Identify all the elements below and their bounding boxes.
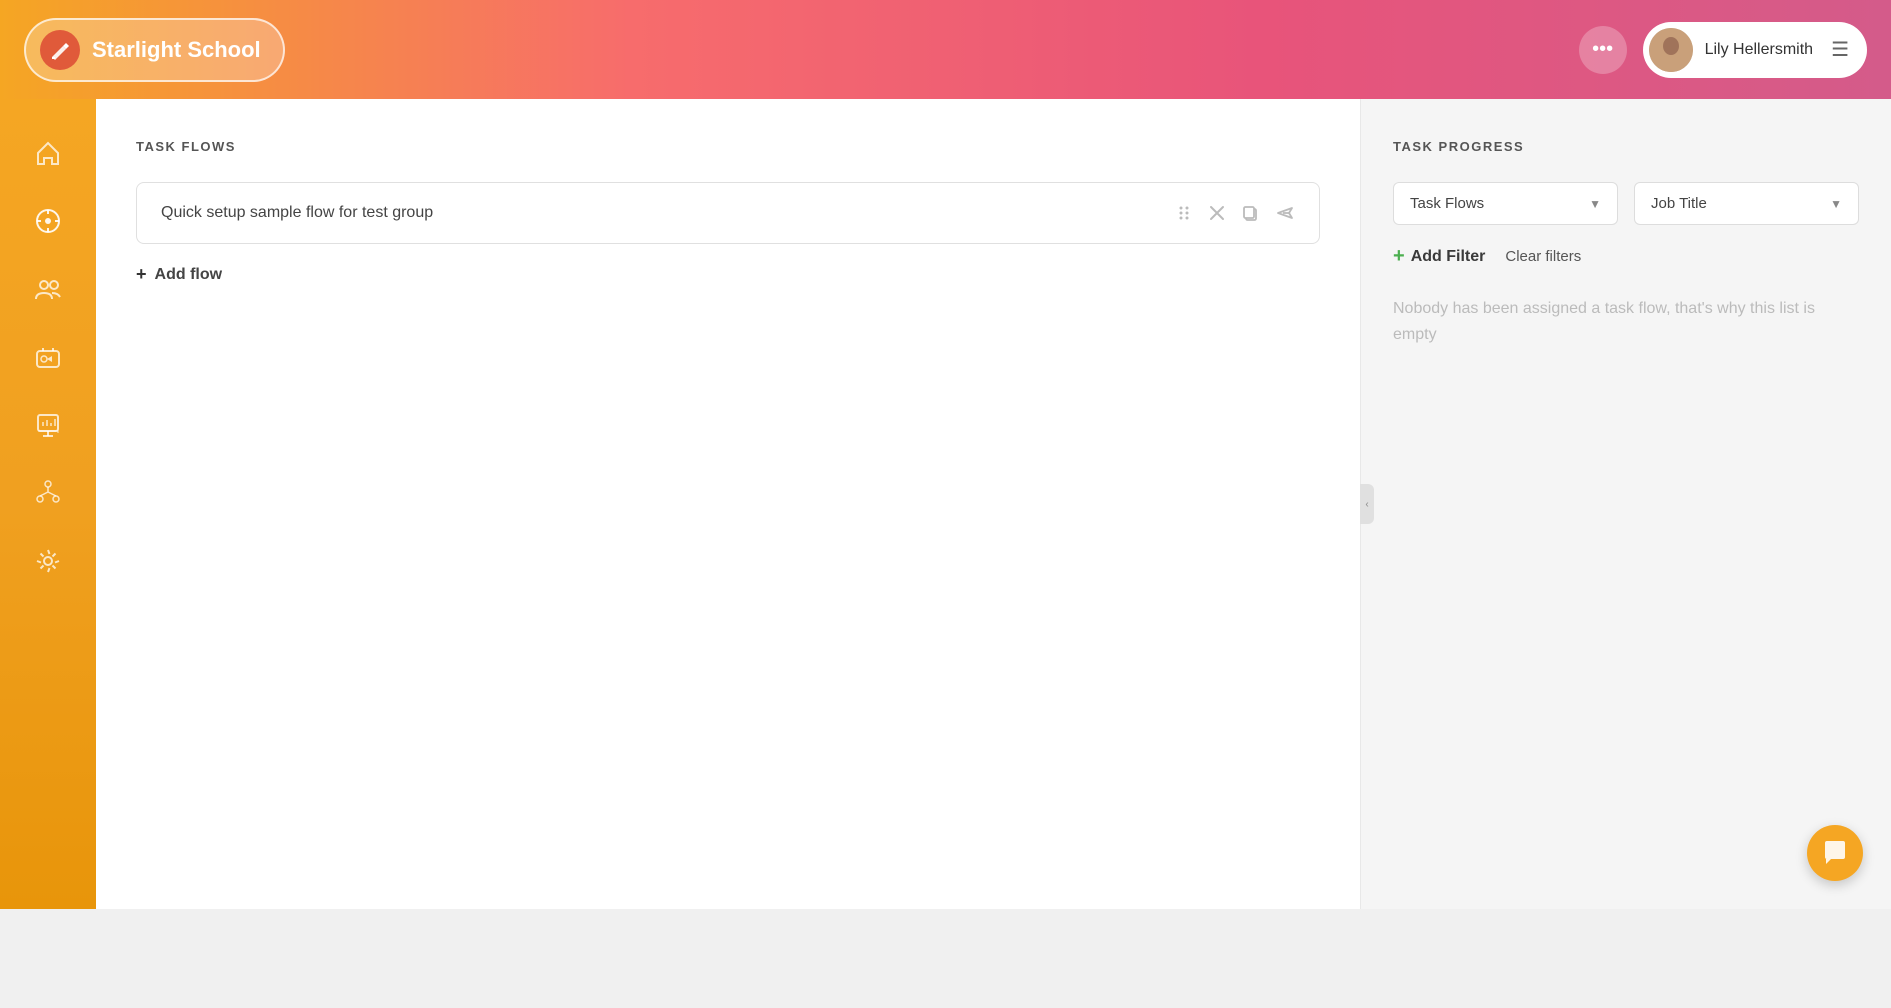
user-menu-button[interactable]: Lily Hellersmith ☰: [1643, 22, 1867, 78]
task-flows-filter[interactable]: Task Flows ▼: [1393, 182, 1618, 225]
logo-button[interactable]: Starlight School: [24, 18, 285, 82]
add-filter-row: + Add Filter Clear filters: [1393, 245, 1859, 268]
drag-handle[interactable]: [1175, 204, 1193, 222]
header: Starlight School ••• Lily Hellersmith ☰: [0, 0, 1891, 99]
empty-state-text: Nobody has been assigned a task flow, th…: [1393, 296, 1859, 347]
sidebar-item-activities[interactable]: [18, 327, 78, 387]
collapse-handle[interactable]: ‹: [1360, 484, 1374, 524]
layout: TASK FLOWS Quick setup sample flow for t…: [0, 99, 1891, 909]
chat-button[interactable]: [1807, 825, 1863, 881]
flow-actions: [1175, 203, 1295, 223]
send-flow-button[interactable]: [1275, 203, 1295, 223]
clear-filters-label: Clear filters: [1505, 248, 1581, 265]
add-filter-plus: +: [1393, 245, 1405, 268]
close-flow-button[interactable]: [1209, 205, 1225, 221]
task-progress-title: TASK PROGRESS: [1393, 139, 1859, 154]
right-panel: TASK PROGRESS Task Flows ▼ Job Title ▼ +…: [1361, 99, 1891, 909]
add-filter-label: Add Filter: [1411, 248, 1486, 266]
task-flows-filter-label: Task Flows: [1410, 195, 1484, 212]
dots-menu-button[interactable]: •••: [1579, 26, 1627, 74]
job-title-filter-label: Job Title: [1651, 195, 1707, 212]
dots-icon: •••: [1592, 38, 1613, 61]
job-title-filter[interactable]: Job Title ▼: [1634, 182, 1859, 225]
add-flow-button[interactable]: + Add flow: [136, 264, 222, 285]
task-flows-filter-arrow: ▼: [1589, 197, 1601, 211]
filter-row: Task Flows ▼ Job Title ▼: [1393, 182, 1859, 225]
hamburger-icon: ☰: [1831, 37, 1849, 62]
sidebar-item-org-chart[interactable]: [18, 463, 78, 523]
sidebar-item-home[interactable]: [18, 123, 78, 183]
clear-filters-button[interactable]: Clear filters: [1505, 248, 1581, 265]
add-flow-label: Add flow: [155, 266, 223, 284]
add-filter-button[interactable]: + Add Filter: [1393, 245, 1485, 268]
task-flows-title: TASK FLOWS: [136, 139, 1320, 154]
avatar: [1649, 28, 1693, 72]
sidebar: [0, 99, 96, 909]
logo-text: Starlight School: [92, 37, 261, 63]
main-content: TASK FLOWS Quick setup sample flow for t…: [96, 99, 1891, 909]
header-right: ••• Lily Hellersmith ☰: [1579, 22, 1867, 78]
sidebar-item-reports[interactable]: [18, 395, 78, 455]
user-name: Lily Hellersmith: [1705, 41, 1813, 59]
job-title-filter-arrow: ▼: [1830, 197, 1842, 211]
copy-flow-button[interactable]: [1241, 204, 1259, 222]
sidebar-item-groups[interactable]: [18, 259, 78, 319]
flow-card-title: Quick setup sample flow for test group: [161, 204, 433, 222]
left-panel: TASK FLOWS Quick setup sample flow for t…: [96, 99, 1361, 909]
sidebar-item-settings[interactable]: [18, 531, 78, 591]
sidebar-item-navigate[interactable]: [18, 191, 78, 251]
logo-icon: [40, 30, 80, 70]
add-flow-plus: +: [136, 264, 147, 285]
flow-card: Quick setup sample flow for test group: [136, 182, 1320, 244]
